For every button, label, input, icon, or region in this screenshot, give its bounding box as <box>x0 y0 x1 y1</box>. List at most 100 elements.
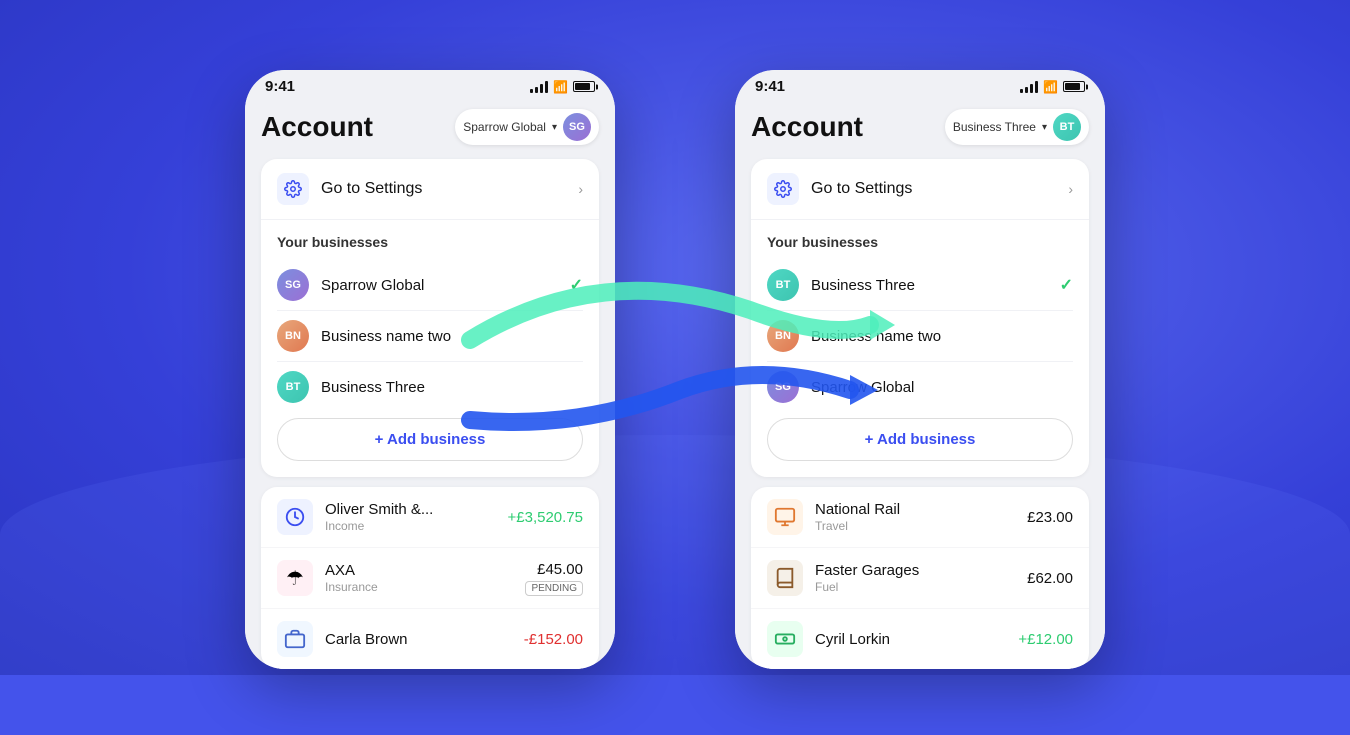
businesses-section-1: Your businesses SG Sparrow Global ✓ BN B… <box>261 220 599 477</box>
transaction-amount-1-1: £45.00 <box>525 561 583 578</box>
business-name-2-0: Business Three <box>811 277 1060 294</box>
transaction-name-2-1: Faster Garages <box>815 562 1027 579</box>
gear-icon-1 <box>277 173 309 205</box>
transaction-details-2-2: Cyril Lorkin <box>815 631 1018 648</box>
wifi-icon-2: 📶 <box>1043 80 1058 94</box>
businesses-title-1: Your businesses <box>277 234 583 250</box>
add-business-button-2[interactable]: + Add business <box>767 418 1073 461</box>
add-business-button-1[interactable]: + Add business <box>277 418 583 461</box>
business-avatar-bn-1: BN <box>277 320 309 352</box>
transaction-details-1-2: Carla Brown <box>325 631 524 648</box>
transaction-name-1-0: Oliver Smith &... <box>325 501 508 518</box>
switcher-avatar-1: SG <box>563 113 591 141</box>
transaction-name-1-2: Carla Brown <box>325 631 524 648</box>
transaction-name-2-0: National Rail <box>815 501 1027 518</box>
chevron-right-icon-2: › <box>1068 181 1073 197</box>
transaction-details-2-1: Faster Garages Fuel <box>815 562 1027 594</box>
business-avatar-sg-2: SG <box>767 371 799 403</box>
transaction-row-1-1[interactable]: ☂ AXA Insurance £45.00 PENDING <box>261 548 599 609</box>
transaction-amount-area-1-1: £45.00 PENDING <box>525 561 583 596</box>
settings-text-1: Go to Settings <box>321 180 578 198</box>
transaction-icon-2-0 <box>767 499 803 535</box>
signal-icon-2 <box>1020 81 1038 93</box>
signal-icon-1 <box>530 81 548 93</box>
transaction-category-2-1: Fuel <box>815 580 1027 594</box>
transaction-icon-2-2 <box>767 621 803 657</box>
account-switcher-1[interactable]: Sparrow Global ▾ SG <box>455 109 599 145</box>
settings-row-1[interactable]: Go to Settings › <box>261 159 599 220</box>
chevron-right-icon-1: › <box>578 181 583 197</box>
chevron-down-icon-2: ▾ <box>1042 122 1047 133</box>
business-avatar-sg-1: SG <box>277 269 309 301</box>
transaction-row-2-0[interactable]: National Rail Travel £23.00 <box>751 487 1089 548</box>
account-header-2: Account Business Three ▾ BT <box>751 109 1089 145</box>
transaction-details-2-0: National Rail Travel <box>815 501 1027 533</box>
transaction-details-1-1: AXA Insurance <box>325 562 525 594</box>
transaction-row-2-1[interactable]: Faster Garages Fuel £62.00 <box>751 548 1089 609</box>
transaction-amount-1-0: +£3,520.75 <box>508 509 584 526</box>
switcher-label-2: Business Three <box>953 120 1036 134</box>
businesses-section-2: Your businesses BT Business Three ✓ BN B… <box>751 220 1089 477</box>
status-bar-2: 9:41 📶 <box>735 70 1105 99</box>
battery-icon-2 <box>1063 81 1085 92</box>
transaction-icon-1-2 <box>277 621 313 657</box>
chevron-down-icon-1: ▾ <box>552 122 557 133</box>
settings-card-1: Go to Settings › Your businesses SG Spar… <box>261 159 599 477</box>
account-switcher-2[interactable]: Business Three ▾ BT <box>945 109 1089 145</box>
phone-1: 9:41 📶 Account Sparrow Global <box>245 70 615 669</box>
business-name-1-2: Business Three <box>321 379 583 396</box>
phones-wrapper: 9:41 📶 Account Sparrow Global <box>0 0 1350 675</box>
status-icons-2: 📶 <box>1020 80 1085 94</box>
transaction-row-2-2[interactable]: Cyril Lorkin +£12.00 <box>751 609 1089 669</box>
status-bar-1: 9:41 📶 <box>245 70 615 99</box>
transaction-name-1-1: AXA <box>325 562 525 579</box>
status-time-1: 9:41 <box>265 78 295 95</box>
transaction-icon-1-1: ☂ <box>277 560 313 596</box>
settings-row-2[interactable]: Go to Settings › <box>751 159 1089 220</box>
business-row-1-0[interactable]: SG Sparrow Global ✓ <box>277 260 583 310</box>
status-time-2: 9:41 <box>755 78 785 95</box>
check-icon-2-0: ✓ <box>1060 275 1073 295</box>
transaction-icon-2-1 <box>767 560 803 596</box>
transaction-amount-2-0: £23.00 <box>1027 509 1073 526</box>
pending-badge-1-1: PENDING <box>525 581 583 596</box>
switcher-avatar-2: BT <box>1053 113 1081 141</box>
transactions-card-1: Oliver Smith &... Income +£3,520.75 ☂ AX… <box>261 487 599 669</box>
business-name-2-2: Sparrow Global <box>811 379 1073 396</box>
business-name-1-1: Business name two <box>321 328 583 345</box>
phone-content-1: Account Sparrow Global ▾ SG <box>245 99 615 669</box>
business-row-2-2[interactable]: SG Sparrow Global <box>767 362 1073 412</box>
business-row-1-1[interactable]: BN Business name two <box>277 311 583 361</box>
business-name-1-0: Sparrow Global <box>321 277 570 294</box>
settings-text-2: Go to Settings <box>811 180 1068 198</box>
transaction-details-1-0: Oliver Smith &... Income <box>325 501 508 533</box>
transactions-card-2: National Rail Travel £23.00 Faster Garag… <box>751 487 1089 669</box>
settings-card-2: Go to Settings › Your businesses BT Busi… <box>751 159 1089 477</box>
business-row-2-0[interactable]: BT Business Three ✓ <box>767 260 1073 310</box>
account-title-1: Account <box>261 111 373 143</box>
phone-2: 9:41 📶 Account Business Three <box>735 70 1105 669</box>
account-title-2: Account <box>751 111 863 143</box>
transaction-category-1-0: Income <box>325 519 508 533</box>
business-row-1-2[interactable]: BT Business Three <box>277 362 583 412</box>
business-avatar-bt-2: BT <box>767 269 799 301</box>
transaction-category-1-1: Insurance <box>325 580 525 594</box>
business-row-2-1[interactable]: BN Business name two <box>767 311 1073 361</box>
transaction-amount-2-1: £62.00 <box>1027 570 1073 587</box>
transaction-amount-2-2: +£12.00 <box>1018 631 1073 648</box>
transaction-name-2-2: Cyril Lorkin <box>815 631 1018 648</box>
business-avatar-bn-2: BN <box>767 320 799 352</box>
transaction-category-2-0: Travel <box>815 519 1027 533</box>
transaction-row-1-2[interactable]: Carla Brown -£152.00 <box>261 609 599 669</box>
battery-icon-1 <box>573 81 595 92</box>
transaction-icon-1-0 <box>277 499 313 535</box>
transaction-amount-1-2: -£152.00 <box>524 631 583 648</box>
status-icons-1: 📶 <box>530 80 595 94</box>
business-name-2-1: Business name two <box>811 328 1073 345</box>
gear-icon-2 <box>767 173 799 205</box>
account-header-1: Account Sparrow Global ▾ SG <box>261 109 599 145</box>
businesses-title-2: Your businesses <box>767 234 1073 250</box>
transaction-row-1-0[interactable]: Oliver Smith &... Income +£3,520.75 <box>261 487 599 548</box>
check-icon-1-0: ✓ <box>570 275 583 295</box>
switcher-label-1: Sparrow Global <box>463 120 546 134</box>
